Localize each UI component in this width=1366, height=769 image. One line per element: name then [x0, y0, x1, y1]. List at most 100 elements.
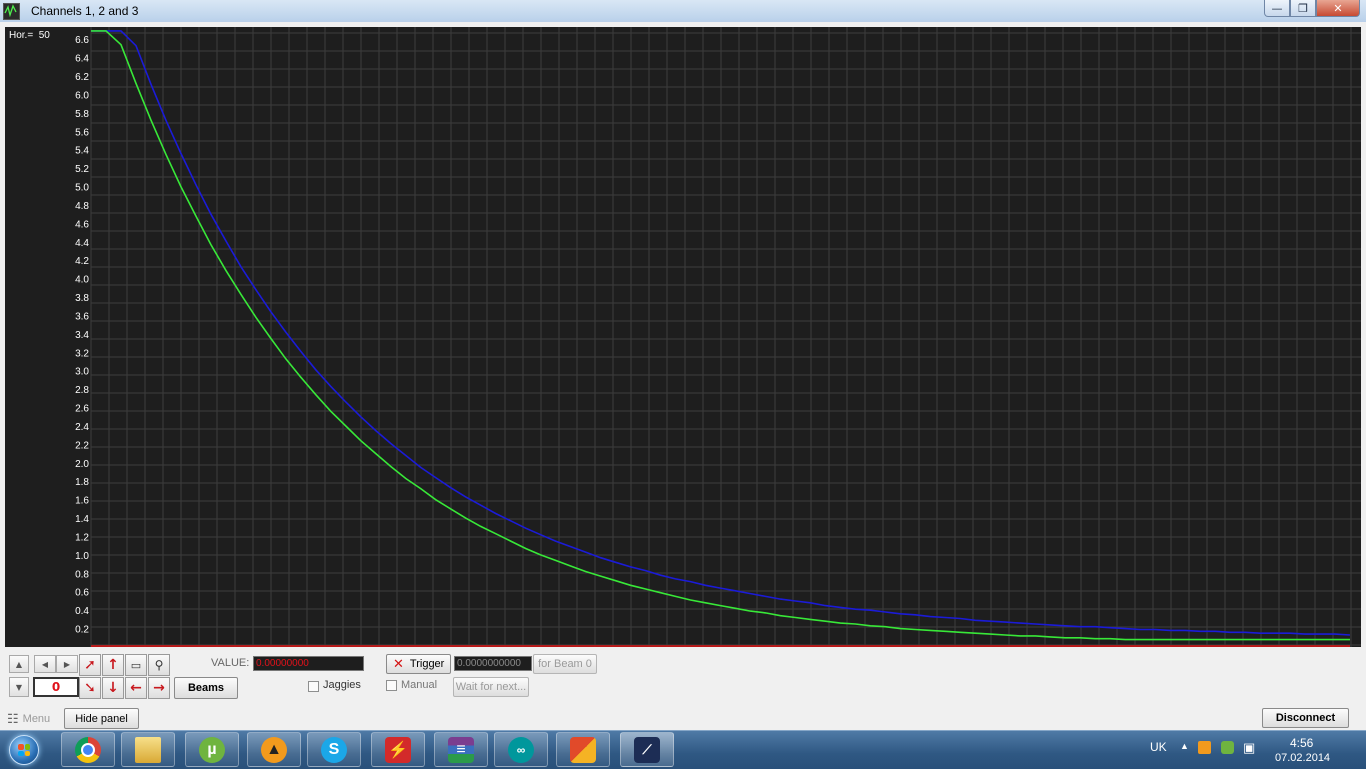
arduino-icon: ∞ [508, 736, 534, 763]
y-tick-label: 1.0 [75, 551, 89, 562]
y-tick-label: 2.2 [75, 440, 89, 451]
manual-checkbox[interactable] [386, 680, 397, 691]
y-tick-label: 4.8 [75, 201, 89, 212]
menu-icon: ☷ [7, 710, 19, 726]
for-beam-button[interactable]: for Beam 0 [533, 654, 597, 674]
trigger-button[interactable]: ✕ Trigger [386, 654, 451, 674]
jaggies-label: Jaggies [323, 679, 361, 691]
bottom-bar: ☷ Menu Hide panel Disconnect [0, 707, 1366, 730]
taskbar-winrar[interactable]: ≡ [434, 732, 488, 767]
network-icon[interactable]: ▣ [1243, 740, 1255, 756]
shield-tray-icon[interactable] [1221, 741, 1234, 754]
y-tick-label: 3.0 [75, 367, 89, 378]
arrow-up-icon[interactable]: ↑ [102, 654, 124, 676]
flash-icon: ⚡ [385, 736, 411, 763]
value-display: 0.00000000 [253, 656, 364, 671]
minimize-button[interactable]: — [1264, 0, 1290, 17]
taskbar-arduino[interactable]: ∞ [494, 732, 548, 767]
hide-panel-button[interactable]: Hide panel [64, 708, 139, 729]
y-tick-label: 5.6 [75, 127, 89, 138]
arrow-down-icon[interactable]: ↓ [102, 677, 124, 699]
taskbar-utorrent[interactable]: µ [185, 732, 239, 767]
scroll-right-button[interactable]: ▶ [56, 655, 78, 673]
y-tick-label: 5.4 [75, 146, 89, 157]
y-tick-label: 5.0 [75, 183, 89, 194]
disconnect-button[interactable]: Disconnect [1262, 708, 1349, 728]
aimp-icon: ▲ [261, 736, 287, 763]
y-tick-label: 2.6 [75, 404, 89, 415]
taskbar-skype[interactable]: S [307, 732, 361, 767]
oscilloscope-icon: ⟋ [634, 736, 660, 763]
clock-time[interactable]: 4:56 [1290, 736, 1313, 750]
aimp-tray-icon[interactable] [1198, 741, 1211, 754]
arrow-right-icon[interactable]: → [148, 677, 170, 699]
trigger-label: Trigger [409, 658, 445, 670]
windows-logo-icon [9, 735, 39, 765]
maximize-button[interactable]: ❐ [1290, 0, 1316, 17]
hor-readout: Hor.= 50 [9, 30, 50, 41]
window-title: Channels 1, 2 and 3 [31, 4, 139, 18]
hor-value: 50 [38, 30, 50, 41]
taskbar-oscilloscope[interactable]: ⟋ [620, 732, 674, 767]
trigger-value-field[interactable]: 0.0000000000 [454, 656, 532, 671]
arrow-down-left-icon[interactable]: ➘ [79, 677, 101, 699]
y-tick-label: 5.2 [75, 164, 89, 175]
y-tick-label: 6.0 [75, 90, 89, 101]
y-tick-label: 5.8 [75, 109, 89, 120]
language-indicator[interactable]: UK [1150, 740, 1167, 754]
y-tick-label: 0.2 [75, 625, 89, 636]
taskbar-aimp[interactable]: ▲ [247, 732, 301, 767]
y-tick-label: 1.2 [75, 532, 89, 543]
close-button[interactable]: ✕ [1316, 0, 1360, 17]
taskbar: µ ▲ S ⚡ ≡ ∞ ⟋ UK ▲ ▣ 4:56 07.02.2014 [0, 730, 1366, 769]
taskbar-explorer[interactable] [121, 732, 175, 767]
y-tick-label: 6.2 [75, 72, 89, 83]
menu-button[interactable]: ☷ Menu [4, 708, 57, 729]
explorer-icon [135, 736, 161, 763]
y-tick-label: 6.6 [75, 35, 89, 46]
y-tick-label: 4.0 [75, 275, 89, 286]
scroll-left-button[interactable]: ◀ [34, 655, 56, 673]
y-tick-label: 4.4 [75, 238, 89, 249]
start-button[interactable] [4, 731, 44, 769]
scroll-up-button[interactable]: ▲ [9, 655, 29, 673]
clock-date[interactable]: 07.02.2014 [1275, 752, 1330, 764]
taskbar-flash[interactable]: ⚡ [371, 732, 425, 767]
wait-for-next-button[interactable]: Wait for next... [453, 677, 529, 697]
winrar-icon: ≡ [448, 736, 474, 763]
y-tick-label: 3.2 [75, 348, 89, 359]
y-tick-label: 3.6 [75, 311, 89, 322]
oscilloscope-plot[interactable]: 6.6 6.4 6.2 6.0 5.8 5.6 5.4 5.2 5.0 4.8 4.6 4.4 4.2 4… [5, 27, 1361, 647]
arrow-left-icon[interactable]: ← [125, 677, 147, 699]
y-tick-label: 3.8 [75, 293, 89, 304]
chart-svg: 6.6 6.4 6.2 6.0 5.8 5.6 5.4 5.2 5.0 4.8 4.6 4.4 4.2 4… [75, 27, 1361, 647]
y-tick-label: 1.6 [75, 496, 89, 507]
y-tick-label: 4.2 [75, 256, 89, 267]
beams-button[interactable]: Beams [174, 677, 238, 699]
y-tick-label: 1.4 [75, 514, 89, 525]
manual-label: Manual [401, 679, 438, 691]
jaggies-checkbox[interactable] [308, 681, 319, 692]
y-tick-label: 6.4 [75, 54, 89, 65]
y-tick-label: 3.4 [75, 330, 89, 341]
control-panel: ▲ ▼ ◀ ▶ 0 ➚ ↑ ▭ ⚲ ➘ ↓ ← → VALUE: 0.00000… [5, 649, 1361, 707]
app-icon [3, 3, 20, 20]
skype-icon: S [321, 736, 347, 763]
taskbar-chrome[interactable] [61, 732, 115, 767]
y-tick-label: 0.4 [75, 606, 89, 617]
zoom-icon[interactable]: ⚲ [148, 654, 170, 676]
counter-field[interactable]: 0 [33, 677, 79, 697]
open-file-icon[interactable]: ▭ [125, 654, 147, 676]
value-label: VALUE: [211, 657, 250, 669]
y-tick-label: 0.6 [75, 588, 89, 599]
y-tick-label: 2.8 [75, 385, 89, 396]
arrow-up-right-icon[interactable]: ➚ [79, 654, 101, 676]
y-tick-label: 4.6 [75, 219, 89, 230]
system-tray: UK ▲ ▣ 4:56 07.02.2014 [1136, 731, 1366, 769]
y-tick-label: 2.0 [75, 459, 89, 470]
close-x-icon: ✕ [393, 656, 404, 671]
scroll-down-button[interactable]: ▼ [9, 677, 29, 697]
tray-expand-icon[interactable]: ▲ [1180, 741, 1189, 751]
taskbar-office[interactable] [556, 732, 610, 767]
title-bar: Channels 1, 2 and 3 — ❐ ✕ [0, 0, 1366, 23]
